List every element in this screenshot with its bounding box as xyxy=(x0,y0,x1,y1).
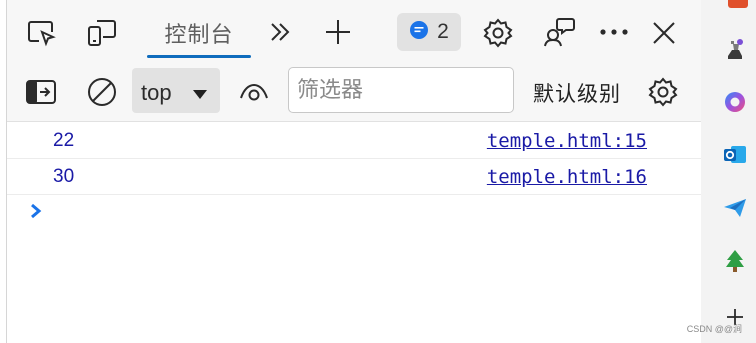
console-message-row: 22 temple.html:15 xyxy=(7,122,701,159)
copilot-icon[interactable] xyxy=(722,89,748,115)
browser-sidebar xyxy=(701,0,756,343)
log-levels-dropdown[interactable]: 默认级别 xyxy=(533,78,621,108)
inspect-icon[interactable] xyxy=(25,18,57,48)
context-selector[interactable]: top xyxy=(132,68,220,113)
devtools-tab-bar: 控制台 2 xyxy=(7,0,701,63)
console-filter-bar: top 默认级别 xyxy=(7,62,701,122)
more-options-icon[interactable] xyxy=(597,20,631,44)
issues-count: 2 xyxy=(437,20,449,43)
console-settings-icon[interactable] xyxy=(646,75,680,109)
more-tabs-icon[interactable] xyxy=(267,20,293,44)
source-link[interactable]: temple.html:16 xyxy=(487,166,647,188)
console-message-row: 30 temple.html:16 xyxy=(7,158,701,195)
feedback-icon[interactable] xyxy=(542,16,576,48)
close-icon[interactable] xyxy=(650,19,678,47)
add-tab-icon[interactable] xyxy=(323,17,353,47)
sidebar-toggle-icon[interactable] xyxy=(25,79,57,105)
context-value: top xyxy=(141,80,172,105)
source-link[interactable]: temple.html:15 xyxy=(487,130,647,152)
live-expression-icon[interactable] xyxy=(237,79,271,105)
issues-button[interactable]: 2 xyxy=(397,13,461,51)
devtools-panel: 控制台 2 top 筛选器 默认级别 22 temple.html:15 30 … xyxy=(6,0,702,343)
issues-icon xyxy=(409,20,429,45)
settings-icon[interactable] xyxy=(481,16,515,50)
tab-console[interactable]: 控制台 xyxy=(147,0,251,62)
tree-icon[interactable] xyxy=(722,248,748,274)
prompt-icon[interactable] xyxy=(29,202,43,225)
tab-console-label: 控制台 xyxy=(164,23,234,48)
log-value: 22 xyxy=(53,130,75,151)
chess-icon[interactable] xyxy=(722,36,748,62)
log-value: 30 xyxy=(53,166,75,187)
send-icon[interactable] xyxy=(722,195,748,221)
active-tab-indicator xyxy=(147,55,251,58)
sidebar-app-icon[interactable] xyxy=(728,0,748,8)
clear-console-icon[interactable] xyxy=(86,76,118,108)
outlook-icon[interactable] xyxy=(722,142,748,168)
watermark: CSDN @@涧 xyxy=(686,324,742,334)
filter-input[interactable] xyxy=(288,67,514,113)
device-emulation-icon[interactable] xyxy=(85,16,119,48)
context-dropdown-icon xyxy=(192,87,208,105)
